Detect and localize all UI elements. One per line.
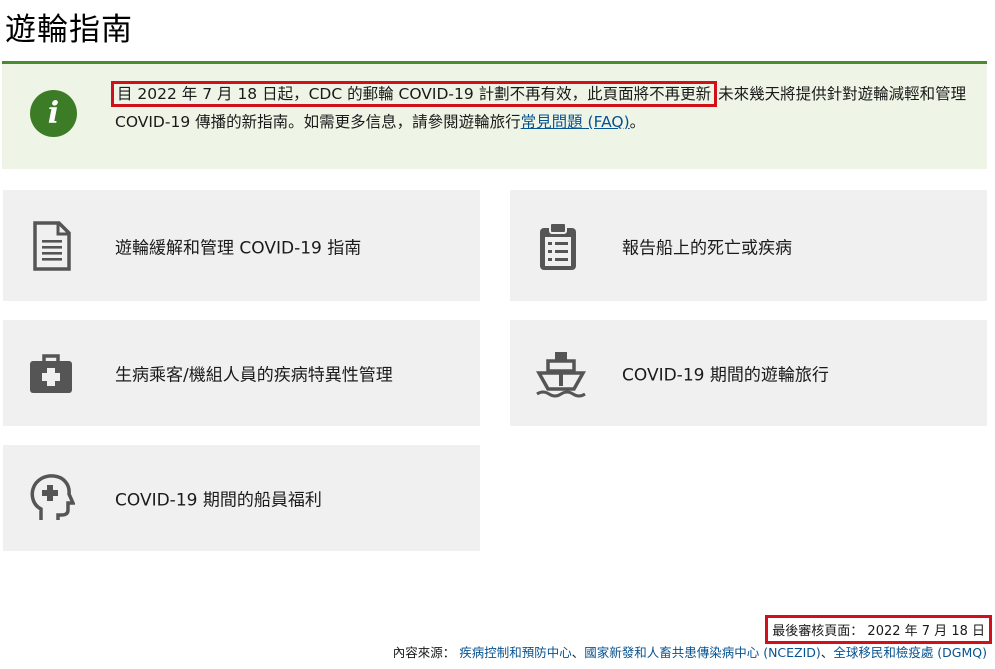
card-report-illness[interactable]: 報告船上的死亡或疾病 — [510, 190, 987, 301]
card-label: COVID-19 期間的遊輪旅行 — [622, 365, 829, 386]
card-label: 遊輪緩解和管理 COVID-19 指南 — [115, 238, 362, 258]
medical-kit-icon — [27, 347, 75, 399]
content-source: 內容來源： 疾病控制和預防中心、國家新發和人畜共患傳染病中心 (NCEZID)、… — [392, 645, 987, 660]
card-disease-management[interactable]: 生病乘客/機組人員的疾病特異性管理 — [3, 320, 480, 426]
card-label: 生病乘客/機組人員的疾病特異性管理 — [115, 365, 393, 386]
notice-text: 目 2022 年 7 月 18 日起，CDC 的郵輪 COVID-19 計劃不再… — [110, 80, 975, 136]
card-cruise-travel[interactable]: COVID-19 期間的遊輪旅行 — [510, 320, 987, 426]
source-link-ncezid[interactable]: 國家新發和人畜共患傳染病中心 (NCEZID) — [584, 645, 821, 660]
document-icon — [27, 220, 75, 272]
faq-link[interactable]: 常見問題 (FAQ) — [521, 113, 630, 131]
page-title: 遊輪指南 — [5, 12, 133, 48]
ship-icon — [534, 347, 588, 399]
source-link-cdc[interactable]: 疾病控制和預防中心 — [459, 645, 572, 660]
card-label: 報告船上的死亡或疾病 — [622, 238, 792, 258]
notice-highlighted-text: 目 2022 年 7 月 18 日起，CDC 的郵輪 COVID-19 計劃不再… — [110, 81, 718, 107]
clipboard-icon — [534, 220, 582, 272]
source-link-dgmq[interactable]: 全球移民和檢疫處 (DGMQ) — [833, 645, 987, 660]
card-crew-wellbeing[interactable]: COVID-19 期間的船員福利 — [3, 445, 480, 551]
card-label: COVID-19 期間的船員福利 — [115, 490, 322, 511]
source-label: 內容來源： — [392, 645, 456, 660]
card-covid-guidance[interactable]: 遊輪緩解和管理 COVID-19 指南 — [3, 190, 480, 301]
last-reviewed-date: 最後審核頁面： 2022 年 7 月 18 日 — [765, 615, 992, 644]
head-medical-icon — [27, 472, 75, 524]
info-notice: i 目 2022 年 7 月 18 日起，CDC 的郵輪 COVID-19 計劃… — [2, 61, 987, 169]
info-icon: i — [30, 90, 77, 137]
notice-end-text: 。 — [629, 113, 646, 131]
